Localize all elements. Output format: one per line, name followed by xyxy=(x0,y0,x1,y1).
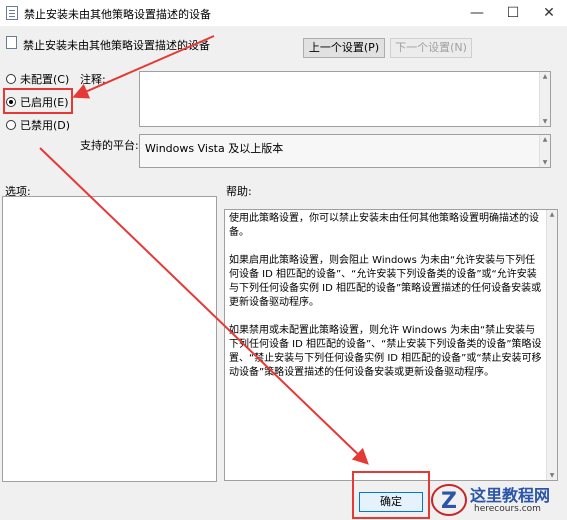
arrow-to-enabled xyxy=(72,35,215,99)
z-logo-icon: Z xyxy=(431,484,467,516)
watermark: Z 这里教程网 herecours.com xyxy=(430,480,567,520)
watermark-name: 这里教程网 xyxy=(470,486,551,505)
svg-text:Z: Z xyxy=(441,489,457,514)
arrow-to-ok-button xyxy=(39,147,369,465)
annotation-arrows xyxy=(39,35,369,465)
watermark-url: herecours.com xyxy=(474,504,541,514)
